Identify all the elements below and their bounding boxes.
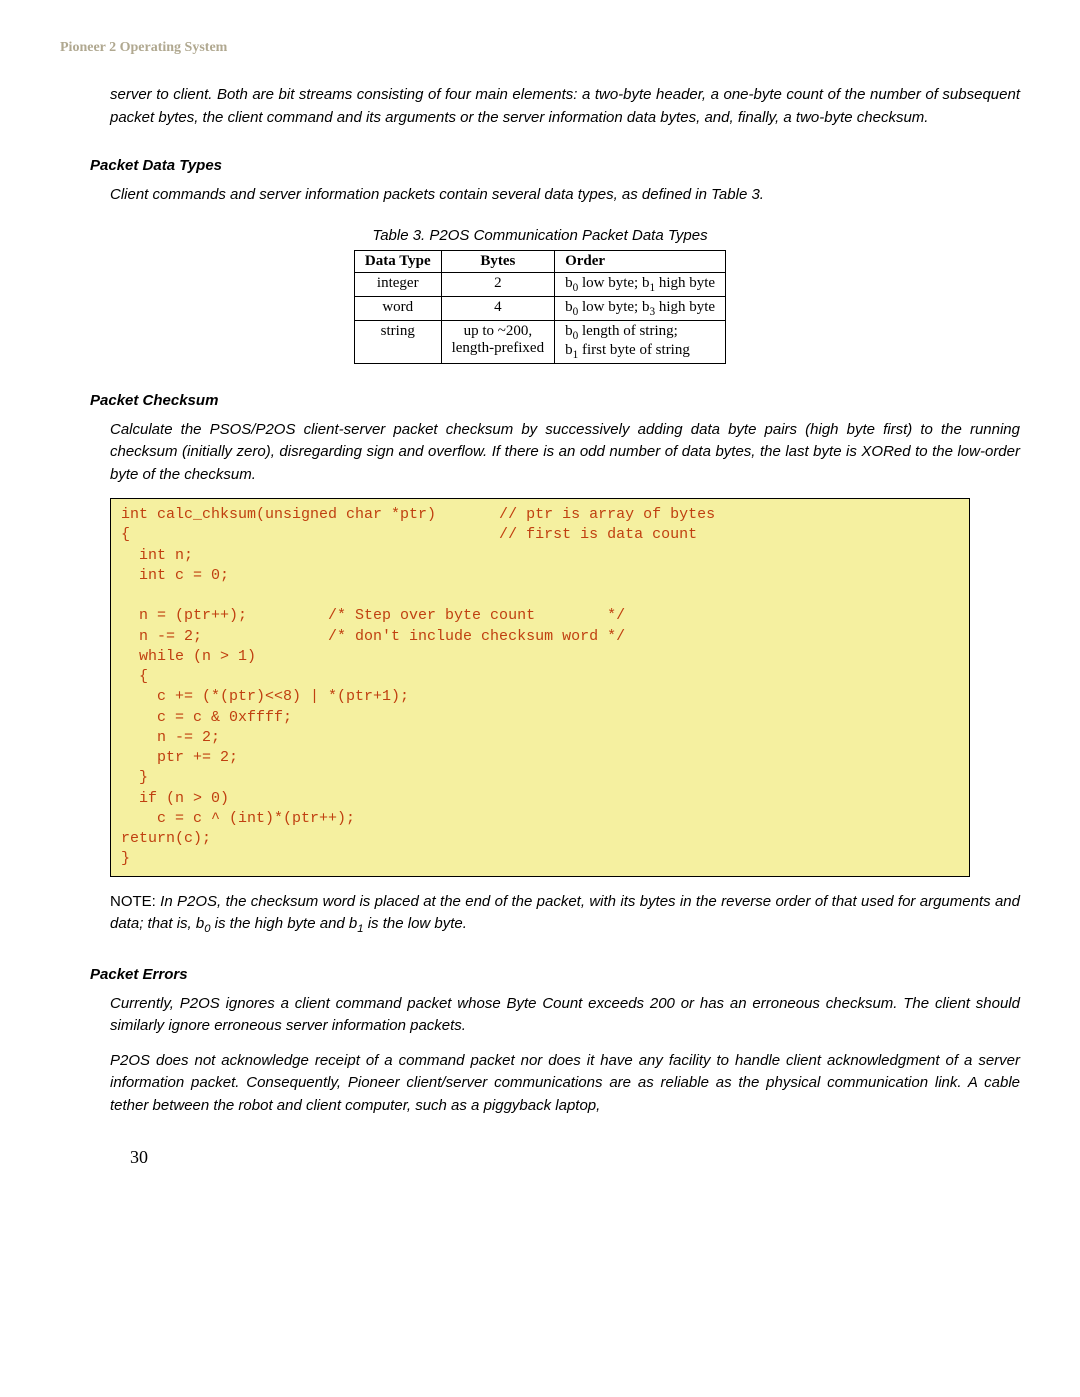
col-header-order: Order	[555, 250, 726, 272]
section-heading-packet-errors: Packet Errors	[90, 966, 1020, 983]
col-header-bytes: Bytes	[441, 250, 554, 272]
page-number: 30	[130, 1147, 1020, 1168]
section-heading-packet-checksum: Packet Checksum	[90, 392, 1020, 409]
col-header-data-type: Data Type	[354, 250, 441, 272]
table-row: word 4 b0 low byte; b3 high byte	[354, 296, 725, 320]
page-header: Pioneer 2 Operating System	[60, 40, 1020, 56]
section-heading-packet-data-types: Packet Data Types	[90, 157, 1020, 174]
table-caption: Table 3. P2OS Communication Packet Data …	[60, 227, 1020, 244]
cell-order: b0 low byte; b3 high byte	[555, 296, 726, 320]
table-row: string up to ~200,length-prefixed b0 len…	[354, 320, 725, 363]
note-label: NOTE:	[110, 893, 156, 910]
data-types-table: Data Type Bytes Order integer 2 b0 low b…	[354, 250, 726, 364]
cell-datatype: integer	[354, 272, 441, 296]
checksum-note: NOTE: In P2OS, the checksum word is plac…	[110, 891, 1020, 938]
code-block-checksum: int calc_chksum(unsigned char *ptr) // p…	[110, 498, 970, 877]
cell-datatype: string	[354, 320, 441, 363]
packet-errors-paragraph-1: Currently, P2OS ignores a client command…	[110, 993, 1020, 1038]
table-row: integer 2 b0 low byte; b1 high byte	[354, 272, 725, 296]
cell-bytes: 2	[441, 272, 554, 296]
intro-paragraph: server to client. Both are bit streams c…	[110, 84, 1020, 129]
cell-bytes: 4	[441, 296, 554, 320]
packet-errors-paragraph-2: P2OS does not acknowledge receipt of a c…	[110, 1050, 1020, 1118]
cell-order: b0 low byte; b1 high byte	[555, 272, 726, 296]
packet-data-types-paragraph: Client commands and server information p…	[110, 184, 1020, 207]
cell-bytes: up to ~200,length-prefixed	[441, 320, 554, 363]
packet-checksum-paragraph: Calculate the PSOS/P2OS client-server pa…	[110, 419, 1020, 487]
table-header-row: Data Type Bytes Order	[354, 250, 725, 272]
cell-datatype: word	[354, 296, 441, 320]
cell-order: b0 length of string;b1 first byte of str…	[555, 320, 726, 363]
